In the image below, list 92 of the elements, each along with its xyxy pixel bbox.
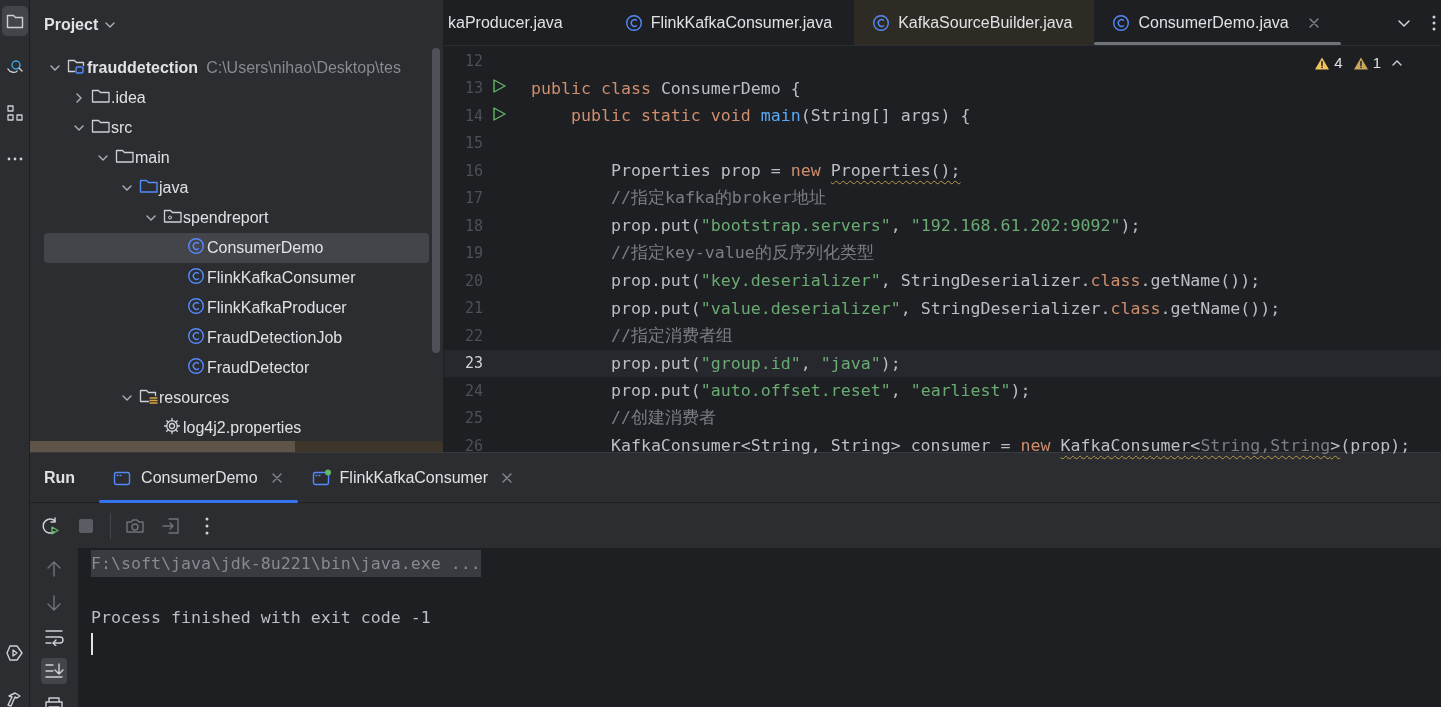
code-line: prop.put("value.deserializer", StringDeserializer.class.getName()); (609, 298, 1281, 318)
code-line: //指定消费者组 (609, 324, 733, 347)
tree-item-label: log4j2.properties (183, 419, 302, 437)
code-line: Properties prop = new Properties(); (609, 161, 961, 181)
code-line: prop.put("group.id", "java"); (609, 353, 901, 373)
tree-item[interactable]: spendreport (44, 203, 429, 233)
warning-icon (1352, 55, 1369, 70)
module-folder-icon (67, 57, 87, 75)
search-icon (5, 58, 24, 76)
editor-tab[interactable]: kaProducer.java (444, 0, 607, 45)
editor-tab[interactable]: FlinkKafkaConsumer.java (606, 0, 855, 45)
warning-icon (1314, 55, 1331, 70)
folder-icon (91, 117, 111, 135)
tree-item[interactable]: FlinkKafkaConsumer (44, 263, 429, 293)
tree-item[interactable]: src (44, 113, 429, 143)
tree-item[interactable]: resources (44, 383, 429, 413)
more-icon (204, 515, 210, 536)
close-icon (502, 472, 513, 483)
panel-title: Run (43, 468, 77, 487)
more-icon (1431, 13, 1437, 32)
tree-item-label: FlinkKafkaProducer (207, 299, 347, 317)
run-icon (491, 78, 507, 95)
close-icon (1308, 17, 1319, 28)
tree-item-label: FlinkKafkaConsumer (207, 269, 356, 287)
close-icon (271, 472, 282, 483)
line-number: 23 (463, 354, 483, 373)
class-icon (187, 267, 207, 285)
more-icon (6, 157, 23, 161)
wrap-icon (44, 628, 64, 646)
code-line: prop.put("auto.offset.reset", "earliest"); (609, 381, 1031, 401)
tree-item-label: main (135, 149, 170, 167)
run-icon (491, 105, 507, 122)
folder-icon (91, 87, 111, 105)
inspection-count[interactable]: 4 (1314, 54, 1343, 71)
inspection-count[interactable]: 1 (1352, 54, 1381, 71)
code-line: prop.put("key.deserializer", StringDeserializer.class.getName()); (609, 271, 1261, 291)
tree-item-label: ConsumerDemo (207, 239, 324, 257)
tree-item-label: spendreport (183, 209, 269, 227)
package-icon (163, 207, 183, 225)
tree-item[interactable]: ConsumerDemo (44, 233, 429, 263)
code-line: public static void main(String[] args) { (569, 106, 971, 126)
folder-icon (5, 12, 24, 30)
scroll-to-end-icon (44, 662, 64, 680)
tree-item-label: resources (159, 389, 230, 407)
tree-item-label: frauddetection (87, 59, 199, 77)
console-line: Process finished with exit code -1 (91, 607, 432, 629)
code-line: //创建消费者 (609, 407, 716, 430)
class-icon (624, 13, 645, 32)
tree-item[interactable]: log4j2.properties (44, 413, 429, 443)
tree-item[interactable]: .idea (44, 83, 429, 113)
class-icon (187, 237, 207, 255)
project-path: C:\Users\nihao\Desktop\tes (206, 59, 401, 77)
resources-folder-icon (139, 387, 159, 405)
folder-icon (139, 177, 159, 195)
scrollbar[interactable] (432, 48, 440, 353)
code-line: KafkaConsumer<String, String> consumer = new KafkaConsumer<String,String>(prop); (609, 436, 1411, 456)
class-icon (187, 327, 207, 345)
tree-item[interactable]: main (44, 143, 429, 173)
run-tab[interactable]: ConsumerDemo (99, 453, 298, 502)
running-console-icon (311, 468, 332, 487)
tree-item-label: src (111, 119, 133, 137)
code-line: prop.put("bootstrap.servers", "192.168.61.202:9092"); (609, 216, 1141, 236)
console-tool-button[interactable] (41, 658, 67, 684)
tool-window-button[interactable] (1, 6, 28, 36)
editor-tab[interactable]: KafkaSourceBuilder.java (854, 0, 1095, 45)
tree-item[interactable]: FlinkKafkaProducer (44, 293, 429, 323)
tree-item[interactable]: java (44, 173, 429, 203)
editor-tab[interactable]: ConsumerDemo.java (1094, 0, 1341, 45)
folder-icon (115, 147, 135, 165)
code-line: public class ConsumerDemo { (531, 78, 801, 98)
horizontal-scrollbar[interactable] (30, 441, 443, 452)
code-line: //指定key-value的反序列化类型 (609, 242, 874, 265)
tree-item[interactable]: FraudDetectionJob (44, 323, 429, 353)
tree-item-label: java (159, 179, 189, 197)
arrow-down-icon (46, 594, 62, 612)
tree-item-label: FraudDetector (207, 359, 310, 377)
exit-icon (161, 515, 181, 536)
tree-item-label: FraudDetectionJob (207, 329, 343, 347)
play-icon (5, 644, 24, 662)
stop-icon (77, 516, 95, 535)
tree-item[interactable]: FraudDetector (44, 353, 429, 383)
tree-item[interactable]: frauddetection C:\Users\nihao\Desktop\tes (44, 53, 429, 83)
run-tab[interactable]: FlinkKafkaConsumer (297, 453, 529, 502)
code-line: //指定kafka的broker地址 (609, 187, 826, 210)
rerun-icon (40, 515, 60, 536)
structure-icon (5, 104, 24, 122)
arrow-up-icon (46, 560, 62, 578)
class-icon (187, 357, 207, 375)
class-icon (187, 297, 207, 315)
tree-item-label: .idea (111, 89, 146, 107)
gear-icon (163, 417, 183, 435)
panel-title[interactable]: Project (44, 16, 99, 34)
